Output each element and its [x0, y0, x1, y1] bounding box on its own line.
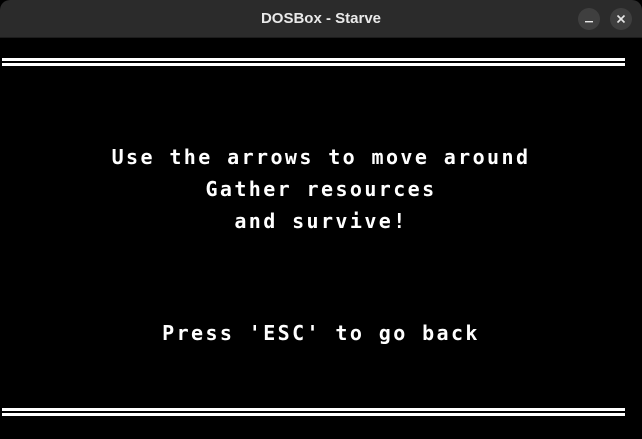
top-border-line [2, 58, 625, 61]
close-button[interactable] [610, 8, 632, 30]
bottom-border-line [2, 408, 625, 411]
minimize-button[interactable] [578, 8, 600, 30]
title-bar[interactable]: DOSBox - Starve [0, 0, 642, 38]
instruction-line: Gather resources [205, 177, 437, 201]
minimize-icon [585, 21, 593, 23]
back-prompt: Press 'ESC' to go back [162, 321, 480, 345]
instruction-line: Use the arrows to move around [111, 145, 531, 169]
instruction-line: and survive! [234, 209, 408, 233]
window-title: DOSBox - Starve [260, 10, 382, 27]
bottom-border-line [2, 413, 625, 416]
dosbox-window: DOSBox - Starve Use the arrows to move a… [0, 0, 642, 439]
close-icon [616, 14, 626, 24]
game-screen[interactable]: Use the arrows to move around Gather res… [0, 38, 642, 439]
top-border-line [2, 63, 625, 66]
